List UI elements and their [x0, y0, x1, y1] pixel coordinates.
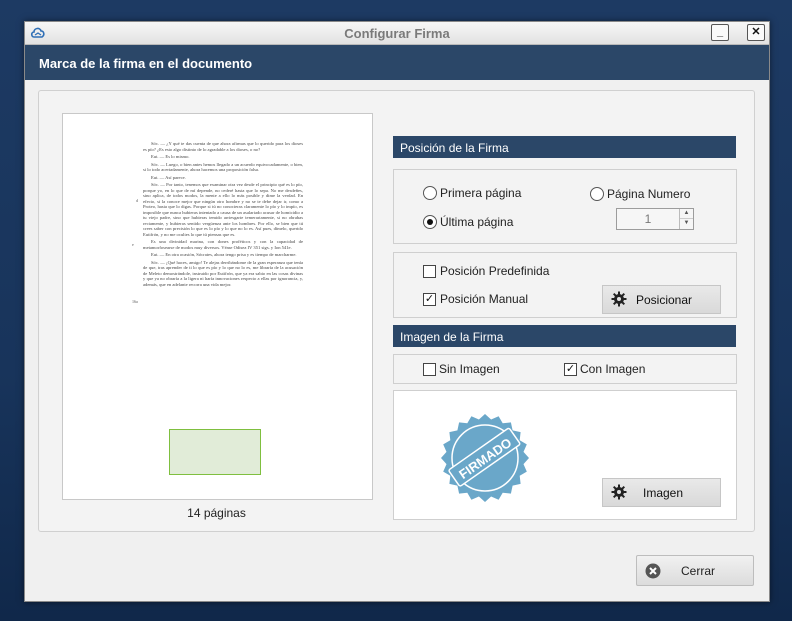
page-selection-group: Primera página Página Numero Última pági… — [393, 169, 737, 244]
gear-icon — [611, 291, 627, 307]
predefined-position-label[interactable]: Posición Predefinida — [440, 264, 549, 278]
position-button[interactable]: Posicionar — [602, 285, 721, 314]
chevron-down-icon[interactable]: ▼ — [680, 219, 693, 228]
document-paragraph: Eut. — Es lo mismo. — [151, 154, 190, 159]
minimize-button[interactable]: _ — [711, 24, 729, 41]
manual-position-checkbox[interactable]: ✓ — [423, 293, 436, 306]
configurar-firma-window: Configurar Firma _ ✕ Marca de la firma e… — [24, 21, 770, 602]
page-title: Marca de la firma en el documento — [39, 56, 253, 71]
image-option-group: Sin Imagen ✓ Con Imagen — [393, 354, 737, 384]
predefined-position-checkbox[interactable] — [423, 265, 436, 278]
document-paragraph: Sóc. — Luego, o bien antes hemos llegado… — [143, 161, 303, 173]
position-section-header: Posición de la Firma — [393, 136, 736, 158]
document-paragraph: Eut. — En otra ocasión, Sócrates, ahora … — [151, 252, 297, 257]
last-page-radio[interactable] — [423, 215, 437, 229]
page-count-label: 14 páginas — [187, 506, 246, 520]
margin-note: e — [132, 242, 134, 247]
document-paragraph: Sóc. — ¡Qué haces, amigo! Te alejas derr… — [143, 259, 303, 287]
window-title: Configurar Firma — [344, 26, 450, 41]
image-preview-group: FIRMADO Imagen — [393, 390, 737, 520]
position-section-title: Posición de la Firma — [400, 141, 509, 155]
document-paragraph: Eut. — Así parece. — [151, 174, 186, 180]
first-page-radio[interactable] — [423, 186, 437, 200]
document-paragraph: Sóc. — Por tanto, tenemos que examinar o… — [143, 182, 303, 237]
page-number-value[interactable]: 1 — [617, 212, 679, 226]
manual-position-label[interactable]: Posición Manual — [440, 292, 528, 306]
document-paragraph: Sóc. — ¿Y qué te das cuenta de que ahora… — [143, 141, 303, 152]
signature-position-box[interactable] — [169, 429, 261, 475]
image-section-title: Imagen de la Firma — [400, 330, 504, 344]
page-number-label[interactable]: Página Numero — [607, 187, 690, 201]
margin-note: d — [136, 198, 138, 203]
main-panel: Sóc. — ¿Y qué te das cuenta de que ahora… — [38, 90, 755, 532]
document-paragraph: Es una divinidad marina, con dones profé… — [143, 239, 303, 250]
page-header: Marca de la firma en el documento — [25, 45, 769, 80]
chevron-up-icon[interactable]: ▲ — [680, 209, 693, 219]
document-preview[interactable]: Sóc. — ¿Y qué te das cuenta de que ahora… — [62, 113, 373, 500]
no-image-checkbox[interactable] — [423, 363, 436, 376]
stepper-arrows[interactable]: ▲ ▼ — [679, 209, 693, 229]
first-page-label[interactable]: Primera página — [440, 186, 521, 200]
close-button-label: Cerrar — [680, 564, 715, 578]
no-image-label[interactable]: Sin Imagen — [439, 362, 500, 376]
with-image-label[interactable]: Con Imagen — [580, 362, 645, 376]
page-number-radio[interactable] — [590, 187, 604, 201]
with-image-checkbox[interactable]: ✓ — [564, 363, 577, 376]
gear-icon — [611, 484, 627, 500]
title-bar[interactable]: Configurar Firma _ ✕ — [25, 22, 769, 45]
document-text: Sóc. — ¿Y qué te das cuenta de que ahora… — [143, 141, 303, 289]
image-button-label: Imagen — [643, 486, 684, 500]
page-number-stepper[interactable]: 1 ▲ ▼ — [616, 208, 694, 230]
window-close-button[interactable]: ✕ — [747, 24, 765, 41]
position-mode-group: Posición Predefinida ✓ Posición Manual P… — [393, 252, 737, 318]
image-section-header: Imagen de la Firma — [393, 325, 736, 347]
margin-note: 16a — [132, 299, 138, 304]
last-page-label[interactable]: Última página — [440, 215, 513, 229]
firmado-stamp-image: FIRMADO — [441, 414, 529, 502]
close-button[interactable]: Cerrar — [636, 555, 754, 586]
position-button-label: Posicionar — [636, 293, 693, 307]
image-button[interactable]: Imagen — [602, 478, 721, 507]
